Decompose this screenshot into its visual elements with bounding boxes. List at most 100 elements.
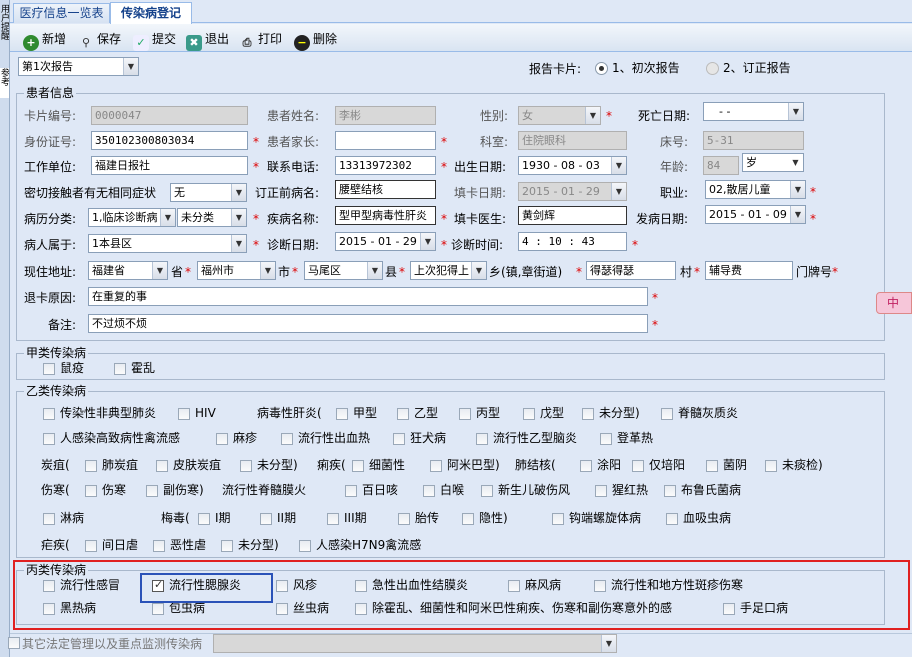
dept-field[interactable]: 住院眼科 [518, 131, 627, 150]
classb-r2-item-3-checkbox[interactable] [393, 433, 405, 445]
classb-r4-item-2-checkbox[interactable] [146, 485, 158, 497]
exit-button[interactable]: ✖ 退出 [186, 29, 229, 51]
classb-r5-item-0-checkbox[interactable] [43, 513, 55, 525]
classb-r5-item-3-checkbox[interactable] [260, 513, 272, 525]
classb-r4-item-6-checkbox[interactable] [481, 485, 493, 497]
id-field[interactable]: 350102300803034 [91, 131, 248, 150]
classb-r4-item-1-checkbox[interactable] [85, 485, 97, 497]
other-checkbox[interactable] [8, 637, 20, 649]
belong-select[interactable]: 1本县区 ▼ [88, 234, 247, 253]
classb-r6-item-4-checkbox[interactable] [299, 540, 311, 552]
patient-name-label: 患者姓名: [267, 109, 320, 123]
submit-button[interactable]: ✓ 提交 [133, 29, 176, 51]
tab-medical-list[interactable]: 医疗信息一览表 [13, 3, 110, 23]
classb-r5-item-2-checkbox[interactable] [198, 513, 210, 525]
classb-r5-item-4-checkbox[interactable] [327, 513, 339, 525]
classb-r6-item-2-checkbox[interactable] [153, 540, 165, 552]
classb-r1-item-6-checkbox[interactable] [523, 408, 535, 420]
city-select[interactable]: 福州市 ▼ [197, 261, 276, 280]
province-select[interactable]: 福建省 ▼ [88, 261, 168, 280]
classb-r1-item-8-checkbox[interactable] [661, 408, 673, 420]
classb-r4-item-5-checkbox[interactable] [423, 485, 435, 497]
card-no-field[interactable]: 0000047 [91, 106, 248, 125]
tab-infectious-register[interactable]: 传染病登记 [110, 2, 192, 24]
dx-time-field[interactable]: 4 : 10 : 43 [518, 232, 627, 251]
save-button[interactable]: ⚲ 保存 [78, 29, 121, 49]
fill-date-picker[interactable]: 2015 - 01 - 29 ▼ [518, 182, 627, 201]
classb-r4-item-8-checkbox[interactable] [664, 485, 676, 497]
classb-r5-item-5-checkbox[interactable] [398, 513, 410, 525]
contact-select[interactable]: 无 ▼ [170, 183, 247, 202]
input-method-tab[interactable]: 中 [876, 292, 912, 314]
bed-field[interactable]: 5-31 [703, 131, 804, 150]
classb-r1-item-1-checkbox[interactable] [178, 408, 190, 420]
delete-button[interactable]: − 删除 [294, 29, 337, 51]
new-button[interactable]: + 新增 [23, 29, 66, 51]
parent-field[interactable] [335, 131, 436, 150]
cholera-checkbox[interactable] [114, 363, 126, 375]
town-select[interactable]: 上次犯得上 ▼ [410, 261, 487, 280]
classb-r1-item-5-checkbox[interactable] [459, 408, 471, 420]
age-unit-select[interactable]: 岁 ▼ [742, 153, 804, 172]
classb-r2-item-5-checkbox[interactable] [600, 433, 612, 445]
note-field[interactable]: 不过烦不烦 [88, 314, 648, 333]
disease-field[interactable]: 型甲型病毒性肝炎 [335, 206, 436, 225]
classb-r3-item-5-checkbox[interactable] [352, 460, 364, 472]
phone-field[interactable]: 13313972302 [335, 156, 436, 175]
work-field[interactable]: 福建日报社 [91, 156, 248, 175]
classb-r1-item-7-checkbox[interactable] [582, 408, 594, 420]
plague-checkbox[interactable] [43, 363, 55, 375]
classb-r1-item-3-checkbox[interactable] [336, 408, 348, 420]
side-tab-reference[interactable]: 参考 [0, 68, 9, 98]
contact-label: 密切接触者有无相同症状 [24, 186, 157, 200]
side-tab-reminder[interactable]: 用户提醒 [0, 4, 9, 64]
classb-r3-item-6-checkbox[interactable] [430, 460, 442, 472]
classb-r2-item-4-checkbox[interactable] [476, 433, 488, 445]
village-field[interactable]: 得瑟得瑟 [586, 261, 676, 280]
classb-r5-item-8-checkbox[interactable] [666, 513, 678, 525]
fill-date-label: 填卡日期: [454, 186, 507, 200]
classb-r5-item-6-checkbox[interactable] [462, 513, 474, 525]
classb-r3-item-8-checkbox[interactable] [580, 460, 592, 472]
classb-r2-item-0-checkbox[interactable] [43, 433, 55, 445]
case-subclass-select[interactable]: 未分类 ▼ [177, 208, 247, 227]
classb-r4-item-4-checkbox[interactable] [345, 485, 357, 497]
age-field[interactable]: 84 [703, 156, 739, 175]
doctor-field[interactable]: 黄剑辉 [518, 206, 627, 225]
classb-r1-item-4-checkbox[interactable] [397, 408, 409, 420]
patient-name-field[interactable]: 李彬 [335, 106, 436, 125]
print-label: 打印 [258, 32, 283, 46]
classb-r6-item-3-checkbox[interactable] [221, 540, 233, 552]
onset-date-picker[interactable]: 2015 - 01 - 09 ▼ [705, 205, 806, 224]
classb-r3-item-2-checkbox[interactable] [156, 460, 168, 472]
classb-r2-item-1-checkbox[interactable] [216, 433, 228, 445]
classb-r3-item-5-label: 细菌性 [369, 458, 406, 472]
sex-select[interactable]: 女 ▼ [518, 106, 601, 125]
classb-r5-item-7-checkbox[interactable] [552, 513, 564, 525]
initial-report-radio[interactable] [595, 62, 608, 75]
print-button[interactable]: ⎙ 打印 [239, 29, 282, 49]
classb-r1-item-0-checkbox[interactable] [43, 408, 55, 420]
district-select[interactable]: 马尾区 ▼ [304, 261, 383, 280]
case-class-select[interactable]: 1,临床诊断病 ▼ [88, 208, 176, 227]
death-date-picker[interactable]: - - ▼ [703, 102, 804, 121]
classb-r2-item-2-checkbox[interactable] [281, 433, 293, 445]
other-disease-select[interactable]: ▼ [213, 634, 617, 653]
classb-r3-item-1-checkbox[interactable] [85, 460, 97, 472]
orig-diagnosis-field[interactable]: 腰壁结核 [335, 180, 436, 199]
birth-date-picker[interactable]: 1930 - 08 - 03 ▼ [518, 156, 627, 175]
return-reason-field[interactable]: 在重复的事 [88, 287, 648, 306]
report-number-select[interactable]: 第1次报告 ▼ [18, 57, 139, 76]
classb-r6-item-1-checkbox[interactable] [85, 540, 97, 552]
job-select[interactable]: 02,散居儿童 ▼ [705, 180, 806, 199]
dx-date-picker[interactable]: 2015 - 01 - 29 ▼ [335, 232, 436, 251]
classb-r3-item-11-checkbox[interactable] [765, 460, 777, 472]
house-no-field[interactable]: 辅导费 [705, 261, 793, 280]
province-value: 福建省 [92, 264, 125, 277]
belong-label: 病人属于: [24, 238, 77, 252]
classb-r4-item-7-checkbox[interactable] [595, 485, 607, 497]
classb-r3-item-3-checkbox[interactable] [240, 460, 252, 472]
classb-r3-item-9-checkbox[interactable] [632, 460, 644, 472]
revised-report-radio[interactable] [706, 62, 719, 75]
classb-r3-item-10-checkbox[interactable] [706, 460, 718, 472]
